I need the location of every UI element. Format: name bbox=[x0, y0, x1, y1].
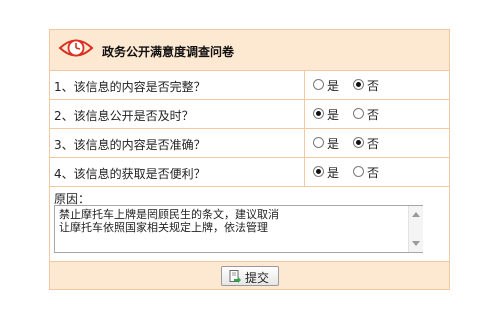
question-row: 1、该信息的内容是否完整？ 是 否 bbox=[50, 71, 449, 100]
radio-yes[interactable] bbox=[313, 108, 324, 119]
radio-no[interactable] bbox=[353, 137, 364, 148]
radio-yes[interactable] bbox=[313, 166, 324, 177]
yes-label: 是 bbox=[327, 137, 340, 151]
radio-no[interactable] bbox=[353, 79, 364, 90]
no-label: 否 bbox=[367, 137, 380, 151]
yes-label: 是 bbox=[327, 108, 340, 122]
answer-options: 是 否 bbox=[304, 100, 450, 128]
survey-footer: 提交 bbox=[50, 262, 449, 289]
yes-label: 是 bbox=[327, 79, 340, 93]
no-label: 否 bbox=[367, 108, 380, 122]
submit-label: 提交 bbox=[245, 271, 270, 285]
no-label: 否 bbox=[367, 79, 380, 93]
yes-label: 是 bbox=[327, 166, 340, 180]
answer-options: 是 否 bbox=[304, 158, 450, 186]
question-row: 2、该信息公开是否及时？ 是 否 bbox=[50, 100, 449, 129]
question-text: 4、该信息的获取是否便利？ bbox=[54, 167, 206, 181]
scroll-down-arrow-icon[interactable] bbox=[412, 241, 420, 246]
question-row: 3、该信息的内容是否准确？ 是 否 bbox=[50, 129, 449, 158]
radio-yes[interactable] bbox=[313, 79, 324, 90]
survey-panel: 政务公开满意度调查问卷 1、该信息的内容是否完整？ 是 否 2、该信息公开是否及… bbox=[49, 29, 450, 290]
question-text: 3、该信息的内容是否准确？ bbox=[54, 138, 206, 152]
answer-options: 是 否 bbox=[304, 71, 450, 99]
question-row: 4、该信息的获取是否便利？ 是 否 bbox=[50, 158, 449, 187]
no-label: 否 bbox=[367, 166, 380, 180]
radio-no[interactable] bbox=[353, 166, 364, 177]
clock-eye-icon bbox=[58, 39, 94, 57]
answer-options: 是 否 bbox=[304, 129, 450, 157]
submit-button[interactable]: 提交 bbox=[221, 266, 279, 286]
radio-no[interactable] bbox=[353, 108, 364, 119]
question-text: 1、该信息的内容是否完整？ bbox=[54, 80, 206, 94]
textarea-scrollbar[interactable] bbox=[408, 206, 423, 252]
scroll-up-arrow-icon[interactable] bbox=[412, 212, 420, 217]
document-arrow-icon bbox=[229, 270, 241, 283]
radio-yes[interactable] bbox=[313, 137, 324, 148]
reason-textarea[interactable]: 禁止摩托车上牌是罔顾民生的条文，建议取消 让摩托车依照国家相关规定上牌，依法管理 bbox=[54, 205, 423, 253]
reason-section: 原因： 禁止摩托车上牌是罔顾民生的条文，建议取消 让摩托车依照国家相关规定上牌，… bbox=[50, 187, 449, 262]
survey-title: 政务公开满意度调查问卷 bbox=[102, 45, 235, 59]
survey-header: 政务公开满意度调查问卷 bbox=[50, 30, 449, 71]
question-text: 2、该信息公开是否及时？ bbox=[54, 109, 194, 123]
